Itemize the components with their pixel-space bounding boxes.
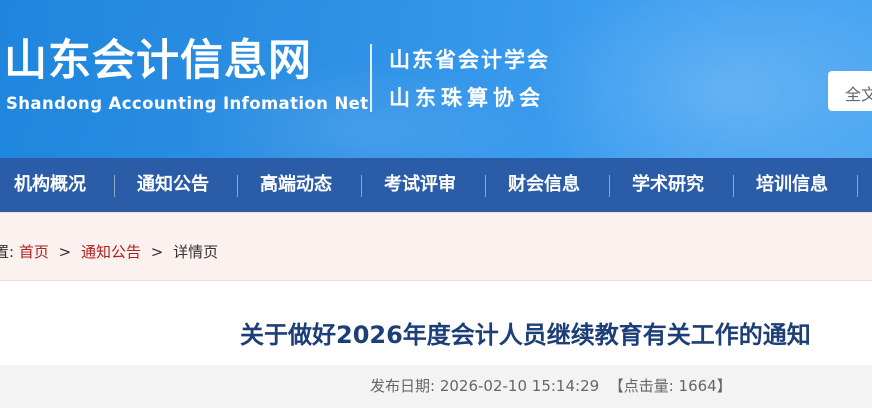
site-subtitle: Shandong Accounting Infomation Net (6, 94, 369, 113)
click-count-label: 【点击量: (608, 377, 674, 395)
nav-divider (857, 175, 858, 197)
search-input[interactable]: 全文 (828, 71, 872, 111)
nav-item-notices[interactable]: 通知公告 (137, 158, 209, 212)
breadcrumb-section-link[interactable]: 通知公告 (81, 243, 141, 261)
nav-item-news[interactable]: 高端动态 (260, 158, 332, 212)
breadcrumb-home-link[interactable]: 首页 (19, 243, 49, 261)
org-name-accounting-society: 山东省会计学会 (389, 48, 550, 72)
click-count-suffix: 】 (716, 377, 732, 395)
nav-divider (361, 175, 362, 197)
nav-item-organization[interactable]: 机构概况 (14, 158, 86, 212)
article-meta-bar: 发布日期: 2026-02-10 15:14:29 【点击量: 1664】 (0, 365, 872, 408)
nav-divider (485, 175, 486, 197)
breadcrumb-separator: > (150, 243, 164, 261)
nav-divider (733, 175, 734, 197)
breadcrumb-prefix: 置: (0, 243, 15, 261)
site-header: 山东会计信息网 Shandong Accounting Infomation N… (0, 0, 872, 158)
nav-divider (237, 175, 238, 197)
nav-divider (114, 175, 115, 197)
publish-date: 2026-02-10 15:14:29 (439, 377, 600, 395)
article-meta: 发布日期: 2026-02-10 15:14:29 【点击量: 1664】 (370, 375, 732, 396)
site-title[interactable]: 山东会计信息网 (4, 36, 312, 86)
main-nav: 机构概况 通知公告 高端动态 考试评审 财会信息 学术研究 培训信息 (0, 158, 872, 212)
breadcrumb: 置: 首页 > 通知公告 > 详情页 (0, 241, 218, 262)
org-name-abacus-association: 山东珠算协会 (389, 86, 545, 110)
nav-divider (609, 175, 610, 197)
header-divider (370, 44, 372, 112)
nav-item-exams[interactable]: 考试评审 (384, 158, 456, 212)
nav-item-training[interactable]: 培训信息 (756, 158, 828, 212)
nav-item-research[interactable]: 学术研究 (632, 158, 704, 212)
breadcrumb-current: 详情页 (173, 243, 219, 261)
header-decoration (520, 0, 872, 158)
click-count: 1664 (678, 377, 717, 395)
publish-date-label: 发布日期: (370, 377, 436, 395)
breadcrumb-separator: > (58, 243, 72, 261)
article-title: 关于做好2026年度会计人员继续教育有关工作的通知 (240, 321, 811, 349)
breadcrumb-bar: 置: 首页 > 通知公告 > 详情页 (0, 212, 872, 281)
nav-item-finance-info[interactable]: 财会信息 (508, 158, 580, 212)
